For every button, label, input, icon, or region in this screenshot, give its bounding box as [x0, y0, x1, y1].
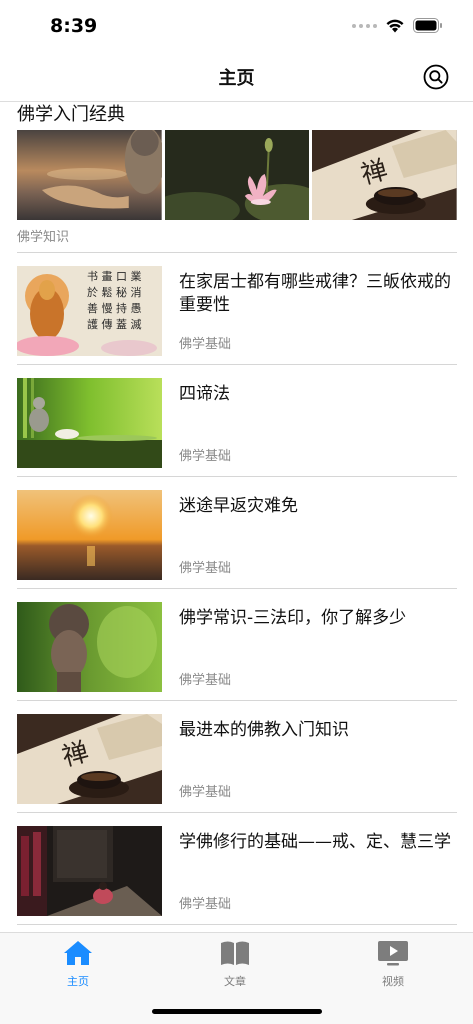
- featured-section[interactable]: 佛学入门经典 禅 佛学知识: [17, 102, 458, 245]
- search-icon[interactable]: [423, 64, 449, 90]
- article-item[interactable]: 学佛修行的基础——戒、定、慧三学 佛学基础: [17, 813, 457, 925]
- svg-text:善 慢 持 愚: 善 慢 持 愚: [87, 301, 142, 315]
- featured-title: 佛学入门经典: [17, 104, 125, 125]
- article-item[interactable]: 禅 最进本的佛教入门知识 佛学基础: [17, 701, 457, 813]
- svg-text:书 畫 口 業: 书 畫 口 業: [87, 269, 142, 283]
- article-thumbnail: [17, 826, 162, 916]
- article-item[interactable]: 书 畫 口 業 於 鬆 秘 消 善 慢 持 愚 護 傳 蓋 滅 在家居士都有哪些…: [17, 253, 457, 365]
- article-category: 佛学基础: [179, 449, 232, 464]
- page-title: 主页: [218, 68, 255, 89]
- featured-images: 禅: [17, 130, 458, 220]
- article-thumbnail: 书 畫 口 業 於 鬆 秘 消 善 慢 持 愚 護 傳 蓋 滅: [17, 266, 162, 356]
- lotus-image: [164, 130, 310, 220]
- article-item[interactable]: 四谛法 佛学基础: [17, 365, 457, 477]
- article-thumbnail: [17, 602, 162, 692]
- article-thumbnail: [17, 378, 162, 468]
- tab-videos-label: 视频: [382, 975, 404, 988]
- tab-home[interactable]: 主页: [38, 939, 118, 989]
- battery-icon: [413, 18, 442, 33]
- article-item[interactable]: 佛学常识-三法印，你了解多少 佛学基础: [17, 589, 457, 701]
- tab-videos[interactable]: 视频: [353, 939, 433, 989]
- tab-articles-label: 文章: [224, 975, 246, 988]
- tab-articles[interactable]: 文章: [195, 939, 275, 989]
- book-icon: [221, 941, 249, 965]
- article-title: 学佛修行的基础——戒、定、慧三学: [179, 832, 451, 852]
- article-category: 佛学基础: [179, 337, 232, 352]
- tea-calligraphy-image: 禅: [312, 130, 458, 220]
- status-bar: 8:39: [0, 0, 473, 52]
- article-thumbnail: 禅: [17, 714, 162, 804]
- article-title: 在家居士都有哪些戒律？三皈依戒的重要性: [179, 272, 451, 315]
- home-icon: [64, 941, 92, 965]
- article-title: 最进本的佛教入门知识: [179, 720, 349, 740]
- article-category: 佛学基础: [179, 561, 232, 576]
- featured-category: 佛学知识: [17, 230, 70, 245]
- wifi-icon: [386, 19, 404, 33]
- svg-text:於 鬆 秘 消: 於 鬆 秘 消: [87, 285, 142, 299]
- home-indicator: [152, 1009, 322, 1014]
- status-icons: [352, 18, 443, 33]
- status-time: 8:39: [50, 15, 98, 37]
- article-category: 佛学基础: [179, 785, 232, 800]
- buddha-hand-image: [17, 130, 162, 220]
- cellular-signal-icon: [352, 23, 377, 28]
- article-title: 佛学常识-三法印，你了解多少: [179, 608, 407, 628]
- article-list: 书 畫 口 業 於 鬆 秘 消 善 慢 持 愚 護 傳 蓋 滅 在家居士都有哪些…: [17, 253, 457, 925]
- svg-text:護 傳 蓋 滅: 護 傳 蓋 滅: [87, 317, 142, 331]
- article-category: 佛学基础: [179, 897, 232, 912]
- article-title: 迷途早返灾难免: [179, 496, 298, 516]
- tab-home-label: 主页: [67, 975, 89, 988]
- article-title: 四谛法: [179, 384, 230, 404]
- video-icon: [378, 941, 408, 966]
- navigation-bar: 主页: [0, 52, 473, 102]
- article-thumbnail: [17, 490, 162, 580]
- article-item[interactable]: 迷途早返灾难免 佛学基础: [17, 477, 457, 589]
- article-category: 佛学基础: [179, 673, 232, 688]
